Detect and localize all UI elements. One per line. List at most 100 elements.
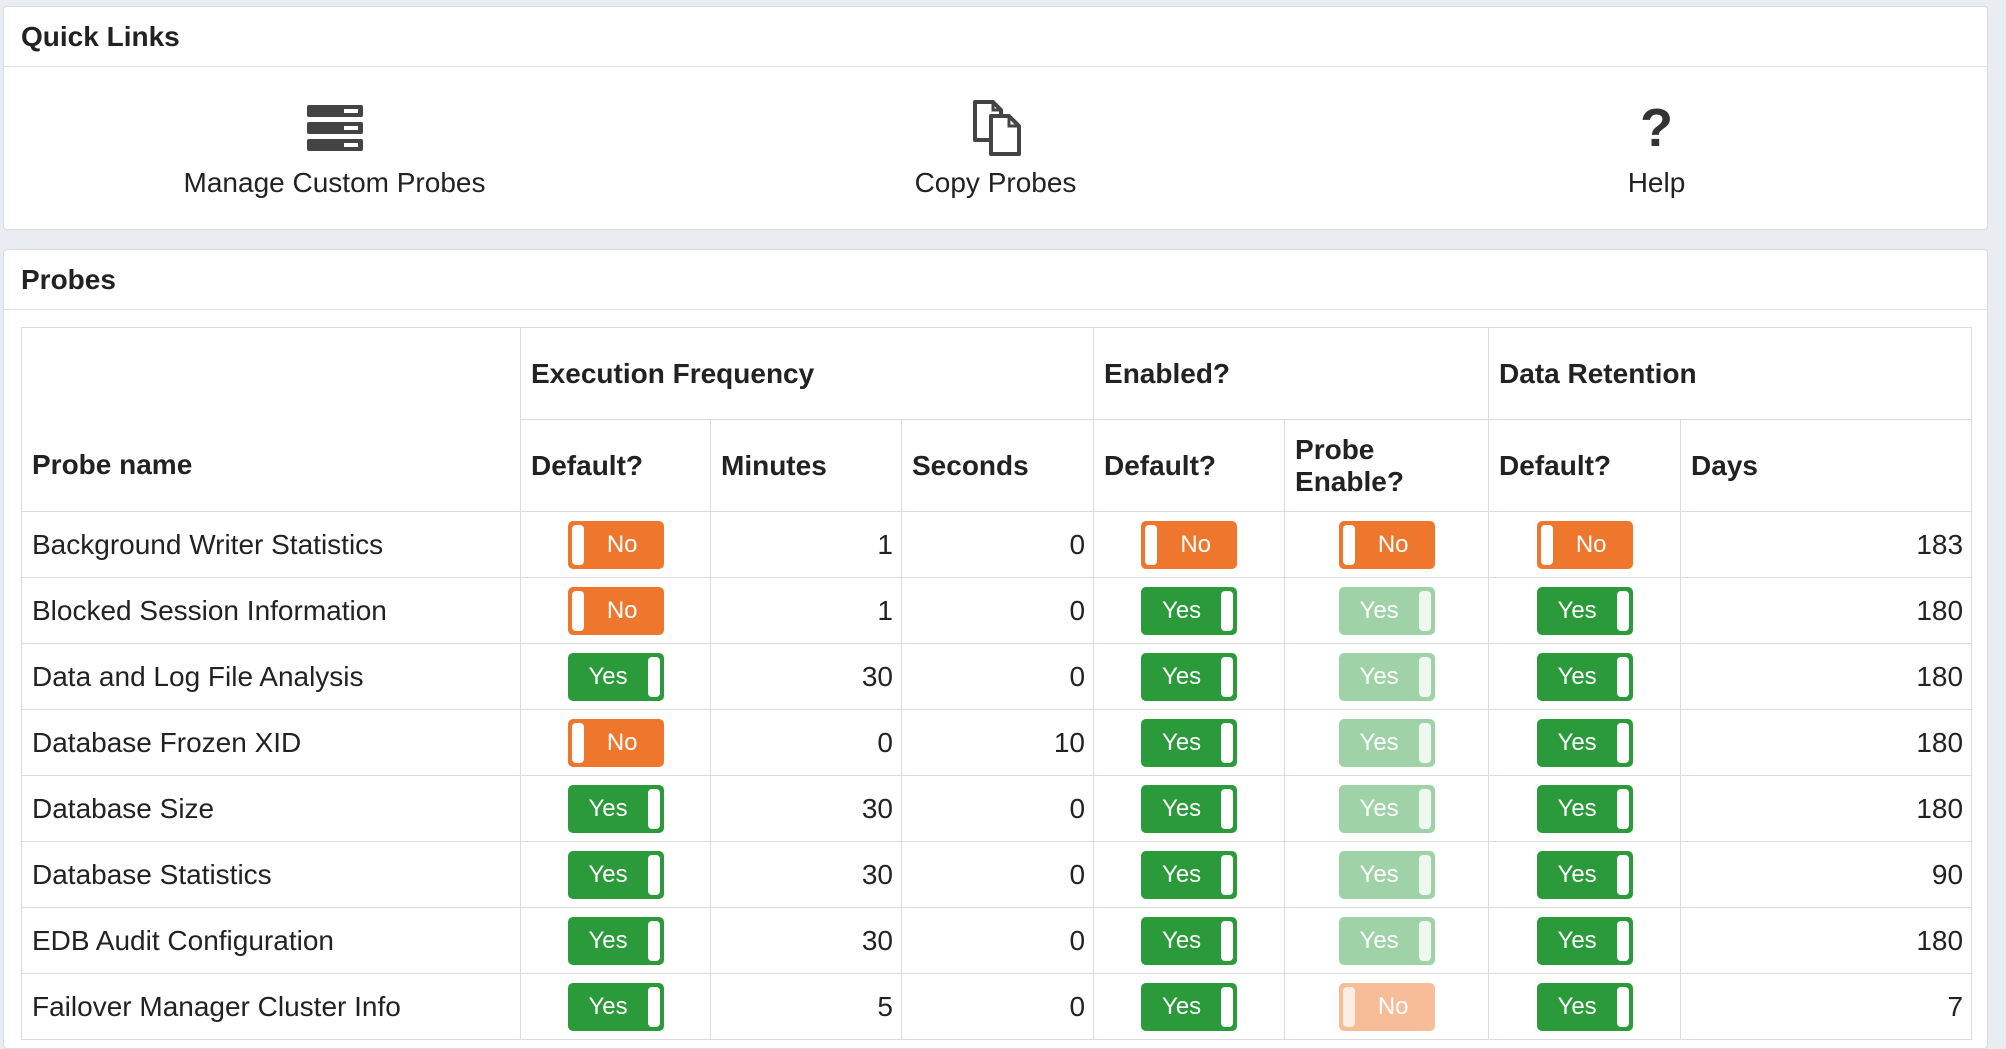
toggle-knob (1221, 590, 1234, 631)
table-row: Database Size Yes 30 0 Yes Yes Yes 180 (21, 775, 1973, 842)
toggle-knob (1342, 524, 1355, 565)
quick-links-panel: Quick Links Manage Custom Probes Copy Pr… (3, 6, 1988, 230)
retention-default-toggle[interactable]: No (1536, 520, 1633, 569)
toggle-knob (571, 722, 584, 763)
freq-default-toggle[interactable]: Yes (567, 784, 664, 833)
toggle-knob (1418, 590, 1431, 631)
enabled-default-toggle[interactable]: Yes (1141, 916, 1238, 965)
enabled-default-toggle[interactable]: Yes (1141, 784, 1238, 833)
seconds-cell: 10 (900, 709, 1095, 776)
retention-default-toggle[interactable]: Yes (1536, 784, 1633, 833)
manage-custom-probes-link[interactable]: Manage Custom Probes (4, 67, 665, 230)
server-stack-icon (306, 99, 364, 157)
toggle-knob (1616, 590, 1629, 631)
probe-name-header: Probe name (21, 327, 521, 512)
retention-default-toggle-label: Yes (1557, 728, 1597, 756)
probe-name-cell: Failover Manager Cluster Info (21, 973, 521, 1040)
probe-enable-toggle-label: Yes (1359, 728, 1399, 756)
freq-default-toggle[interactable]: No (567, 586, 664, 635)
retention-default-toggle[interactable]: Yes (1536, 982, 1633, 1031)
enabled-default-toggle-label: Yes (1162, 728, 1202, 756)
probe-name-cell: Database Size (21, 775, 521, 842)
enabled-default-toggle-label: No (1180, 530, 1212, 558)
table-row: Data and Log File Analysis Yes 30 0 Yes Yes Ye… (21, 643, 1973, 710)
toggle-knob (1540, 524, 1553, 565)
probe-enable-toggle: Yes (1338, 586, 1435, 635)
enabled-default-toggle[interactable]: No (1141, 520, 1238, 569)
table-row: EDB Audit Configuration Yes 30 0 Yes Yes Yes 18… (21, 907, 1973, 974)
retention-default-toggle[interactable]: Yes (1536, 718, 1633, 767)
minutes-cell: 0 (710, 709, 902, 776)
retention-default-toggle[interactable]: Yes (1536, 652, 1633, 701)
retention-default-toggle-label: Yes (1557, 860, 1597, 888)
toggle-knob (647, 656, 660, 697)
retention-default-toggle-label: Yes (1557, 926, 1597, 954)
enabled-default-toggle-label: Yes (1162, 926, 1202, 954)
table-row: Failover Manager Cluster Info Yes 5 0 Yes No Y… (21, 973, 1973, 1040)
probe-name-cell: Data and Log File Analysis (21, 643, 521, 710)
probe-enable-toggle: No (1338, 982, 1435, 1031)
freq-default-toggle[interactable]: No (567, 718, 664, 767)
freq-default-toggle-label: No (606, 728, 638, 756)
toggle-knob (1616, 722, 1629, 763)
probe-enable-toggle[interactable]: No (1338, 520, 1435, 569)
toggle-knob (1616, 656, 1629, 697)
minutes-header: Minutes (710, 419, 902, 512)
seconds-cell: 0 (900, 907, 1095, 974)
toggle-knob (1418, 788, 1431, 829)
help-icon: ? (1640, 97, 1673, 158)
probe-name-cell: Blocked Session Information (21, 577, 521, 644)
toggle-knob (1221, 722, 1234, 763)
retention-default-toggle[interactable]: Yes (1536, 586, 1633, 635)
enabled-default-toggle[interactable]: Yes (1141, 850, 1238, 899)
probe-enable-header: Probe Enable? (1284, 419, 1490, 512)
probe-enable-toggle-label: Yes (1359, 662, 1399, 690)
execution-frequency-header: Execution Frequency (519, 327, 1095, 420)
minutes-cell: 30 (710, 841, 902, 908)
retention-default-toggle[interactable]: Yes (1536, 850, 1633, 899)
seconds-cell: 0 (900, 841, 1095, 908)
enabled-default-toggle-label: Yes (1162, 992, 1202, 1020)
enabled-default-toggle[interactable]: Yes (1141, 718, 1238, 767)
help-link[interactable]: ? Help (1326, 67, 1987, 230)
retention-default-toggle-label: Yes (1557, 794, 1597, 822)
toggle-knob (647, 986, 660, 1027)
retention-default-toggle[interactable]: Yes (1536, 916, 1633, 965)
freq-default-toggle-label: Yes (588, 926, 628, 954)
freq-default-toggle[interactable]: Yes (567, 982, 664, 1031)
toggle-knob (1221, 986, 1234, 1027)
probe-enable-toggle-label: No (1377, 530, 1409, 558)
enabled-default-toggle-label: Yes (1162, 794, 1202, 822)
minutes-cell: 30 (710, 775, 902, 842)
probe-name-cell: Background Writer Statistics (21, 511, 521, 578)
probe-enable-toggle: Yes (1338, 850, 1435, 899)
freq-default-toggle[interactable]: Yes (567, 850, 664, 899)
quick-links-row: Manage Custom Probes Copy Probes ? Help (4, 67, 1987, 230)
copy-probes-link[interactable]: Copy Probes (665, 67, 1326, 230)
enabled-default-toggle[interactable]: Yes (1141, 652, 1238, 701)
probe-enable-toggle: Yes (1338, 652, 1435, 701)
toggle-knob (1221, 788, 1234, 829)
days-cell: 180 (1680, 643, 1973, 710)
enabled-default-toggle[interactable]: Yes (1141, 982, 1238, 1031)
manage-custom-probes-label: Manage Custom Probes (183, 166, 486, 198)
minutes-cell: 1 (710, 577, 902, 644)
seconds-cell: 0 (900, 643, 1095, 710)
table-row: Database Frozen XID No 0 10 Yes Yes Yes 180 (21, 709, 1973, 776)
days-cell: 180 (1680, 577, 1973, 644)
freq-default-toggle[interactable]: Yes (567, 652, 664, 701)
probes-table: Probe name Execution Frequency Enabled? … (21, 327, 1973, 1040)
enabled-default-toggle-label: Yes (1162, 860, 1202, 888)
days-cell: 180 (1680, 907, 1973, 974)
probes-panel: Probes Probe name Execution Frequency En… (3, 249, 1988, 1049)
toggle-knob (1221, 854, 1234, 895)
toggle-knob (571, 590, 584, 631)
toggle-knob (1145, 524, 1158, 565)
enabled-default-toggle[interactable]: Yes (1141, 586, 1238, 635)
freq-default-toggle[interactable]: No (567, 520, 664, 569)
freq-default-toggle[interactable]: Yes (567, 916, 664, 965)
toggle-knob (647, 920, 660, 961)
probe-name-cell: EDB Audit Configuration (21, 907, 521, 974)
toggle-knob (1616, 920, 1629, 961)
toggle-knob (647, 854, 660, 895)
